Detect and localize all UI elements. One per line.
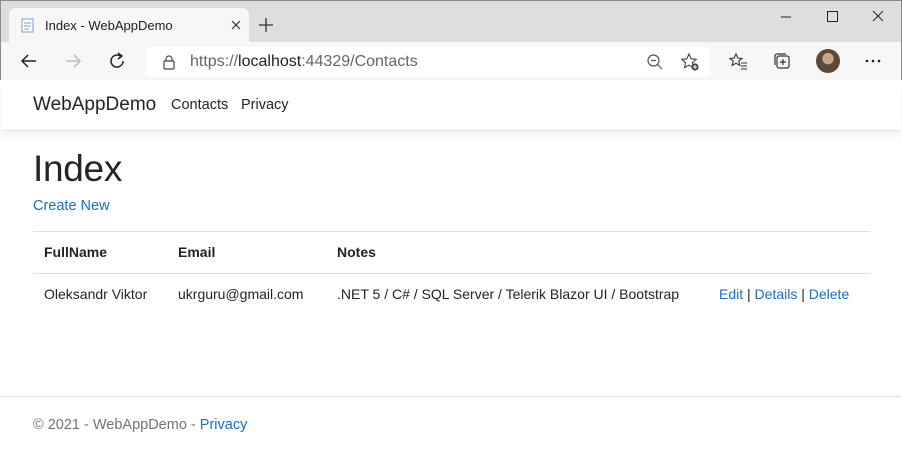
url-scheme: https://	[190, 53, 239, 70]
url-text[interactable]: https://localhost:44329/Contacts	[190, 53, 418, 71]
refresh-icon[interactable]	[107, 51, 127, 71]
forward-icon[interactable]	[63, 51, 83, 71]
edit-link[interactable]: Edit	[719, 286, 743, 302]
address-bar[interactable]: https://localhost:44329/Contacts	[146, 47, 710, 77]
header-notes: Notes	[337, 244, 376, 260]
cell-fullname: Oleksandr Viktor	[44, 286, 148, 302]
zoom-out-icon[interactable]	[646, 53, 664, 71]
separator: |	[747, 286, 751, 302]
create-new-link[interactable]: Create New	[33, 198, 110, 214]
profile-avatar[interactable]	[816, 49, 840, 73]
navbar-brand[interactable]: WebAppDemo	[33, 94, 156, 116]
lock-icon[interactable]	[162, 54, 176, 70]
table-row: Oleksandr Viktor ukrguru@gmail.com .NET …	[33, 274, 870, 317]
maximize-icon[interactable]	[817, 7, 847, 27]
cell-notes: .NET 5 / C# / SQL Server / Telerik Blazo…	[337, 286, 680, 302]
header-fullname: FullName	[44, 244, 108, 260]
close-window-icon[interactable]	[863, 7, 893, 27]
more-icon[interactable]	[863, 51, 883, 71]
delete-link[interactable]: Delete	[809, 286, 849, 302]
nav-link-contacts[interactable]: Contacts	[171, 97, 228, 113]
separator: |	[801, 286, 805, 302]
add-favorite-icon[interactable]	[680, 52, 700, 72]
new-tab-icon[interactable]	[257, 16, 275, 34]
contacts-table: FullName Email Notes Oleksandr Viktor uk…	[33, 231, 870, 317]
cell-email: ukrguru@gmail.com	[178, 286, 304, 302]
row-actions: Edit | Details | Delete	[719, 286, 849, 302]
tab-title: Index - WebAppDemo	[45, 18, 173, 33]
browser-window: Index - WebAppDemo https://localhost:443…	[0, 0, 902, 81]
url-host: localhost	[238, 53, 302, 70]
back-icon[interactable]	[19, 51, 39, 71]
page-title: Index	[33, 148, 123, 189]
browser-tab[interactable]: Index - WebAppDemo	[9, 8, 249, 42]
site-footer: © 2021 - WebAppDemo - Privacy	[1, 396, 901, 450]
tab-strip: Index - WebAppDemo	[1, 1, 901, 42]
minimize-icon[interactable]	[771, 7, 801, 27]
url-path: :44329/Contacts	[301, 53, 418, 70]
page-icon	[21, 18, 34, 33]
table-header-row: FullName Email Notes	[33, 232, 870, 274]
close-tab-icon[interactable]	[228, 17, 244, 33]
nav-link-privacy[interactable]: Privacy	[241, 97, 289, 113]
favorites-icon[interactable]	[728, 51, 748, 71]
collections-icon[interactable]	[772, 51, 792, 71]
footer-privacy-link[interactable]: Privacy	[200, 417, 248, 433]
header-email: Email	[178, 244, 216, 260]
footer-copyright: © 2021 - WebAppDemo -	[33, 417, 200, 433]
browser-toolbar: https://localhost:44329/Contacts	[1, 42, 901, 81]
details-link[interactable]: Details	[755, 286, 798, 302]
footer-text: © 2021 - WebAppDemo - Privacy	[33, 417, 247, 433]
site-navbar: WebAppDemo Contacts Privacy	[1, 80, 901, 131]
